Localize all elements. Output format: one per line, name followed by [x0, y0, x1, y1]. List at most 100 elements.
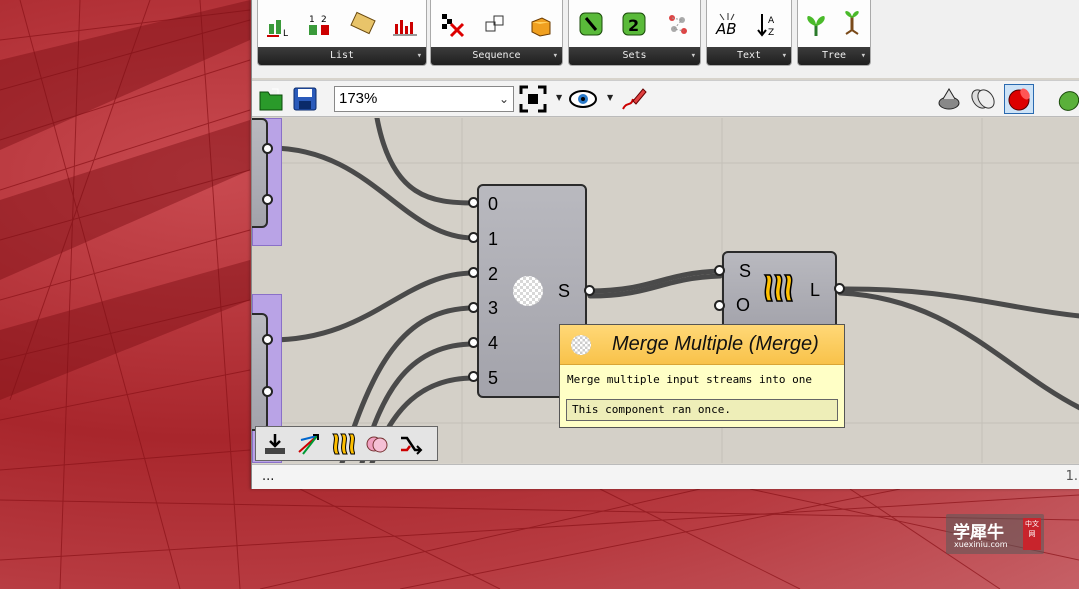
- ribbon-group-label[interactable]: Sequence ▾: [431, 47, 562, 65]
- save-file-button[interactable]: [290, 84, 320, 114]
- input-grip[interactable]: [468, 302, 479, 313]
- input-grip[interactable]: [468, 267, 479, 278]
- ribbon-group-sequence: Sequence ▾: [430, 0, 563, 66]
- input-port-4[interactable]: 4: [488, 333, 498, 354]
- duplicate-data-icon[interactable]: [481, 9, 511, 39]
- input-grip[interactable]: [468, 232, 479, 243]
- zoom-value: 173%: [339, 90, 378, 107]
- zoom-extents-dropdown-icon[interactable]: ▼: [556, 93, 562, 102]
- cross-arrows-icon: [401, 436, 423, 455]
- ribbon-group-sets: 2 Sets ▾: [568, 0, 701, 66]
- svg-text:Z: Z: [768, 28, 774, 38]
- ribbon-dropdown-icon[interactable]: ▾: [861, 47, 866, 65]
- ribbon-group-text: AB AZ Text ▾: [706, 0, 792, 66]
- text-split-icon[interactable]: AB: [713, 9, 743, 39]
- flatten-tree-icon[interactable]: [837, 9, 867, 39]
- cull-pattern-icon[interactable]: [438, 9, 468, 39]
- tooltip-title: Merge Multiple (Merge): [612, 333, 819, 355]
- zoom-combobox[interactable]: 173% ⌄: [334, 86, 514, 112]
- ribbon-group-sets-label: Sets: [622, 50, 647, 61]
- graft-tree-icon[interactable]: [801, 9, 831, 39]
- ribbon-group-label[interactable]: Sets ▾: [569, 47, 700, 65]
- bake-egg-icon: [1058, 91, 1079, 111]
- list-item-icon[interactable]: L: [264, 9, 294, 39]
- left-component-top[interactable]: [252, 118, 268, 228]
- ribbon-dropdown-icon[interactable]: ▾: [691, 47, 696, 65]
- output-grip[interactable]: [262, 143, 273, 154]
- ribbon-group-text-label: Text: [736, 50, 762, 61]
- input-port-0[interactable]: 0: [488, 194, 498, 215]
- preview-selected-button[interactable]: [1004, 84, 1034, 114]
- input-port-5[interactable]: 5: [488, 368, 498, 389]
- ribbon-group-list-label: List: [329, 50, 355, 61]
- svg-text:1: 1: [309, 15, 315, 25]
- mini-shift-button[interactable]: [328, 430, 358, 458]
- output-grip[interactable]: [262, 386, 273, 397]
- ribbon-group-tree: Tree ▾: [797, 0, 871, 66]
- open-file-button[interactable]: [256, 84, 286, 114]
- input-grip[interactable]: [468, 371, 479, 382]
- eye-icon: [569, 90, 597, 108]
- ribbon-group-list: L 12 List ▾: [257, 0, 427, 66]
- status-version-text: 1.: [1065, 469, 1078, 484]
- zoom-extents-icon: [519, 85, 547, 113]
- ribbon-group-icons: [431, 0, 562, 48]
- mini-path-mapper-button[interactable]: [294, 430, 324, 458]
- status-bar: ... 1.: [252, 464, 1079, 489]
- random-box-icon[interactable]: [525, 9, 555, 39]
- site-watermark: 学犀牛 xuexiniu.com 中文网: [946, 514, 1044, 554]
- tooltip-description: Merge multiple input streams into one: [567, 373, 813, 386]
- grasshopper-canvas[interactable]: 0 1 2 3 4 5 S S O L Merge Multiple (Merg…: [252, 118, 1079, 463]
- sketch-button[interactable]: [618, 84, 648, 114]
- left-component-bottom[interactable]: [252, 313, 268, 431]
- preview-wireframe-button[interactable]: [968, 84, 998, 114]
- set-intersection-icon[interactable]: 2: [619, 9, 649, 39]
- output-port-l[interactable]: L: [810, 280, 820, 301]
- preview-shaded-button[interactable]: [934, 84, 964, 114]
- mini-sphere-button[interactable]: [362, 430, 392, 458]
- merge-checker-icon: [571, 335, 591, 355]
- zoom-extents-button[interactable]: [518, 84, 548, 114]
- ribbon-dropdown-icon[interactable]: ▾: [417, 47, 422, 65]
- bake-button[interactable]: [1052, 84, 1079, 114]
- set-union-icon[interactable]: [576, 9, 606, 39]
- input-grip[interactable]: [714, 300, 725, 311]
- sort-text-icon[interactable]: AZ: [755, 9, 785, 39]
- ribbon-dropdown-icon[interactable]: ▾: [782, 47, 787, 65]
- chevron-down-icon[interactable]: ⌄: [499, 87, 509, 111]
- component-mini-toolbar: [255, 426, 438, 461]
- output-grip[interactable]: [584, 285, 595, 296]
- preview-dropdown-icon[interactable]: ▼: [607, 93, 613, 102]
- input-grip[interactable]: [714, 265, 725, 276]
- ribbon-dropdown-icon[interactable]: ▾: [553, 47, 558, 65]
- canvas-toolbar: 173% ⌄ ▼ ▼: [252, 80, 1079, 117]
- svg-text:L: L: [283, 29, 288, 38]
- mini-flip-button[interactable]: [396, 430, 426, 458]
- save-disk-icon: [293, 87, 317, 111]
- output-port-s[interactable]: S: [558, 281, 570, 302]
- ribbon-group-label[interactable]: Tree ▾: [798, 47, 870, 65]
- output-grip[interactable]: [834, 283, 845, 294]
- svg-text:AB: AB: [715, 20, 737, 38]
- shift-list-icon[interactable]: 12: [306, 9, 336, 39]
- output-grip[interactable]: [262, 194, 273, 205]
- input-grip[interactable]: [468, 197, 479, 208]
- mini-bake-button[interactable]: [260, 430, 290, 458]
- ribbon-group-tree-label: Tree: [821, 50, 847, 61]
- set-members-icon[interactable]: [663, 9, 693, 39]
- ribbon-group-icons: [798, 0, 870, 48]
- input-port-o[interactable]: O: [736, 295, 750, 316]
- open-folder-icon: [259, 88, 283, 111]
- input-port-3[interactable]: 3: [488, 298, 498, 319]
- input-port-s[interactable]: S: [739, 261, 751, 282]
- list-length-icon[interactable]: [390, 9, 420, 39]
- input-port-2[interactable]: 2: [488, 264, 498, 285]
- input-port-1[interactable]: 1: [488, 229, 498, 250]
- ribbon-group-label[interactable]: List ▾: [258, 47, 426, 65]
- sort-list-icon[interactable]: [348, 9, 378, 39]
- shift-component[interactable]: S O L: [722, 251, 837, 331]
- output-grip[interactable]: [262, 334, 273, 345]
- ribbon-group-label[interactable]: Text ▾: [707, 47, 791, 65]
- preview-mode-button[interactable]: [568, 84, 598, 114]
- input-grip[interactable]: [468, 337, 479, 348]
